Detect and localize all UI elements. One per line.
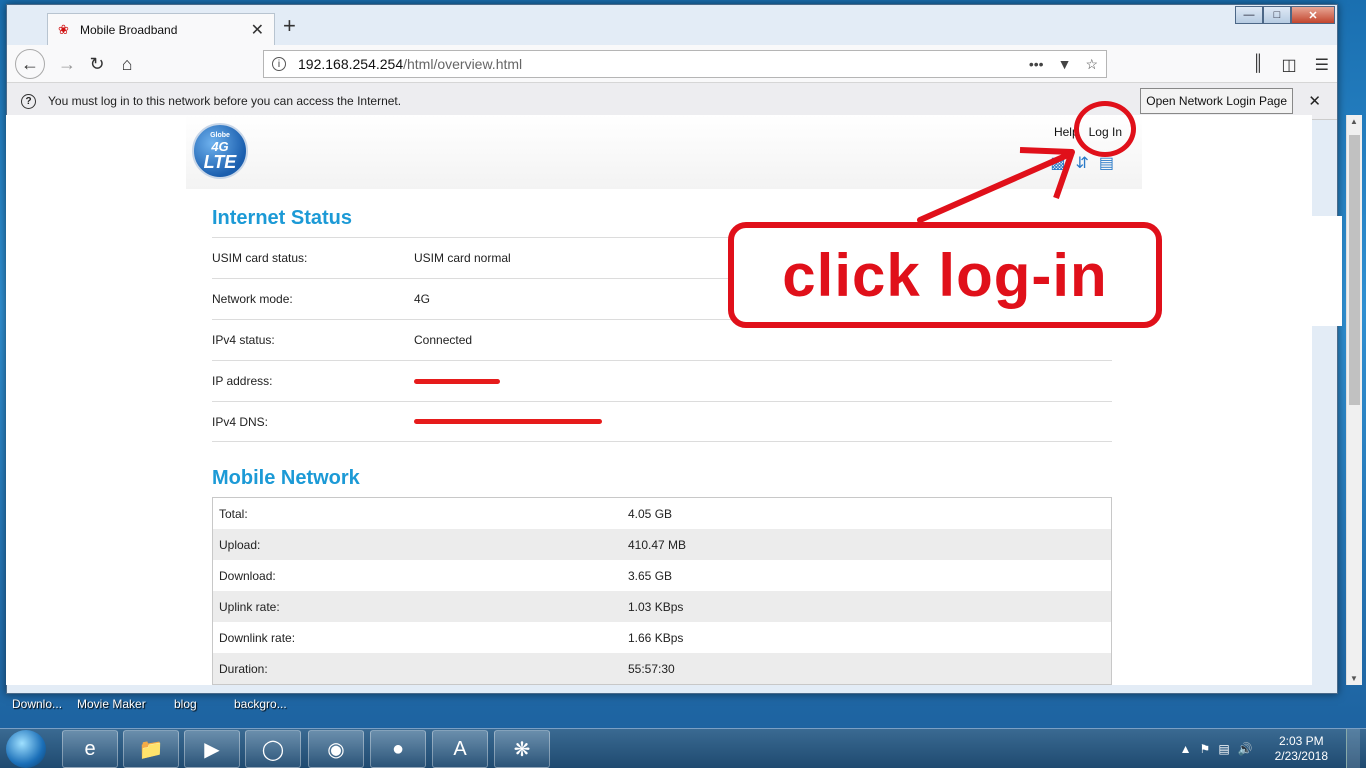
row-label: Total: (219, 506, 248, 521)
tab-mobile-broadband[interactable]: ❀ Mobile Broadband ✕ (47, 13, 275, 45)
scroll-up-icon[interactable]: ▲ (1350, 117, 1358, 126)
tray-expand-icon[interactable]: ▲ (1180, 742, 1192, 756)
status-value: 4G (414, 292, 431, 306)
mobile-network-table: Total: 4.05 GB Upload: 410.47 MB Download:… (212, 497, 1112, 685)
row-value: 3.65 GB (628, 568, 673, 583)
redaction-mark (414, 419, 602, 424)
close-notification-icon[interactable]: ✕ (1308, 92, 1321, 110)
start-button[interactable] (6, 730, 46, 768)
status-label: USIM card status: (212, 251, 308, 265)
ie-icon[interactable]: e (62, 730, 118, 768)
desktop-icon-label[interactable]: blog (174, 697, 197, 711)
firefox-icon[interactable]: ● (370, 730, 426, 768)
status-row: IPv4 DNS: (212, 401, 1112, 442)
row-value: 4.05 GB (628, 506, 673, 521)
status-value: Connected (414, 333, 473, 347)
table-row: Upload: 410.47 MB (213, 529, 1111, 560)
scroll-thumb[interactable] (1349, 135, 1360, 405)
toolbar-tools: ║ ◫ ☰ (1252, 55, 1329, 75)
system-tray: ▲ ⚑ ▤ 🔊 2:03 PM 2/23/2018 (1180, 729, 1366, 768)
logo-big-text: LTE (203, 152, 237, 172)
url-bar[interactable]: i 192.168.254.254 /html/overview.html ••… (263, 50, 1107, 78)
back-button[interactable]: ← (15, 49, 45, 79)
row-value: 410.47 MB (628, 537, 687, 552)
notification-text: You must log in to this network before y… (48, 94, 402, 108)
sidebar-icon[interactable]: ◫ (1282, 55, 1297, 75)
open-network-login-button[interactable]: Open Network Login Page (1140, 88, 1293, 114)
status-label: IPv4 DNS: (212, 414, 269, 429)
media-player-icon[interactable]: ▶ (184, 730, 240, 768)
page-actions-icon[interactable]: ••• (1029, 56, 1044, 73)
page-content: Globe 4G LTE Help Log In ▩ ⇵ ▤ Internet … (6, 115, 1312, 685)
tab-strip: ❀ Mobile Broadband ✕ + (7, 5, 1337, 45)
paint-icon[interactable]: ❋ (494, 730, 550, 768)
table-row: Download: 3.65 GB (213, 560, 1111, 591)
show-desktop-button[interactable] (1346, 729, 1360, 768)
tab-title: Mobile Broadband (80, 22, 178, 37)
reload-button[interactable]: ↻ (83, 50, 111, 78)
status-label: IPv4 status: (212, 333, 275, 347)
row-value: 1.66 KBps (628, 630, 684, 645)
url-host: 192.168.254.254 (298, 56, 404, 72)
url-path: /html/overview.html (403, 56, 523, 72)
pocket-icon[interactable]: ▼ (1058, 56, 1072, 73)
table-row: Uplink rate: 1.03 KBps (213, 591, 1111, 622)
row-label: Downlink rate: (219, 630, 296, 645)
row-value: 1.03 KBps (628, 599, 684, 614)
volume-icon[interactable]: 🔊 (1238, 742, 1253, 756)
home-button[interactable]: ⌂ (113, 50, 141, 78)
row-label: Uplink rate: (219, 599, 280, 614)
scrollbar[interactable]: ▲ ▼ (1346, 115, 1362, 685)
network-icon[interactable]: ▤ (1218, 742, 1229, 756)
row-label: Download: (219, 568, 276, 583)
nox-icon[interactable]: ◉ (308, 730, 364, 768)
row-label: Upload: (219, 537, 261, 552)
annotation-ring (1074, 101, 1136, 157)
annotation-text: click log-in (782, 241, 1108, 309)
row-value: 55:57:30 (628, 661, 675, 676)
logo-small-text: Globe (210, 132, 230, 139)
huawei-logo-icon: ❀ (58, 21, 69, 37)
close-tab-icon[interactable]: ✕ (251, 20, 264, 40)
status-label: IP address: (212, 374, 273, 388)
new-tab-button[interactable]: + (283, 13, 296, 39)
library-icon[interactable]: ║ (1252, 55, 1263, 75)
status-value: USIM card normal (414, 251, 511, 265)
forward-button[interactable]: → (53, 50, 81, 78)
bookmark-star-icon[interactable]: ☆ (1085, 56, 1098, 73)
annotation-callout: click log-in (728, 222, 1162, 328)
desktop-icon-label[interactable]: Movie Maker (77, 697, 146, 711)
desktop-icon-label[interactable]: backgro... (234, 697, 287, 711)
desktop-icon-label[interactable]: Downlo... (12, 697, 62, 711)
table-row: Downlink rate: 1.66 KBps (213, 622, 1111, 653)
table-row: Total: 4.05 GB (213, 498, 1111, 529)
info-icon[interactable]: i (272, 57, 286, 71)
globe-lte-logo: Globe 4G LTE (192, 123, 248, 179)
scroll-down-icon[interactable]: ▼ (1350, 674, 1358, 683)
nav-bar: ← → ↻ ⌂ i 192.168.254.254 /html/overview… (7, 45, 1337, 83)
taskbar: e 📁 ▶ ◯ ◉ ● A ❋ ▲ ⚑ ▤ 🔊 2:03 PM 2/23/201… (0, 728, 1366, 768)
clock[interactable]: 2:03 PM 2/23/2018 (1275, 734, 1328, 764)
menu-icon[interactable]: ☰ (1315, 55, 1329, 75)
chrome-icon[interactable]: ◯ (245, 730, 301, 768)
explorer-icon[interactable]: 📁 (123, 730, 179, 768)
annotation-backdrop (1160, 216, 1342, 326)
status-label: Network mode: (212, 292, 293, 306)
question-icon: ? (21, 93, 36, 109)
status-row: IP address: (212, 360, 1112, 401)
wordpad-icon[interactable]: A (432, 730, 488, 768)
clock-time: 2:03 PM (1278, 734, 1324, 748)
clock-date: 2/23/2018 (1274, 749, 1328, 763)
annotation-arrow (917, 147, 1075, 223)
row-label: Duration: (219, 661, 268, 676)
mobile-network-section: Mobile Network Total: 4.05 GB Upload: 410.… (212, 467, 1112, 685)
table-row: Duration: 55:57:30 (213, 653, 1111, 684)
redaction-mark (414, 378, 500, 384)
action-center-icon[interactable]: ⚑ (1200, 742, 1211, 756)
mobile-network-title: Mobile Network (212, 467, 360, 489)
